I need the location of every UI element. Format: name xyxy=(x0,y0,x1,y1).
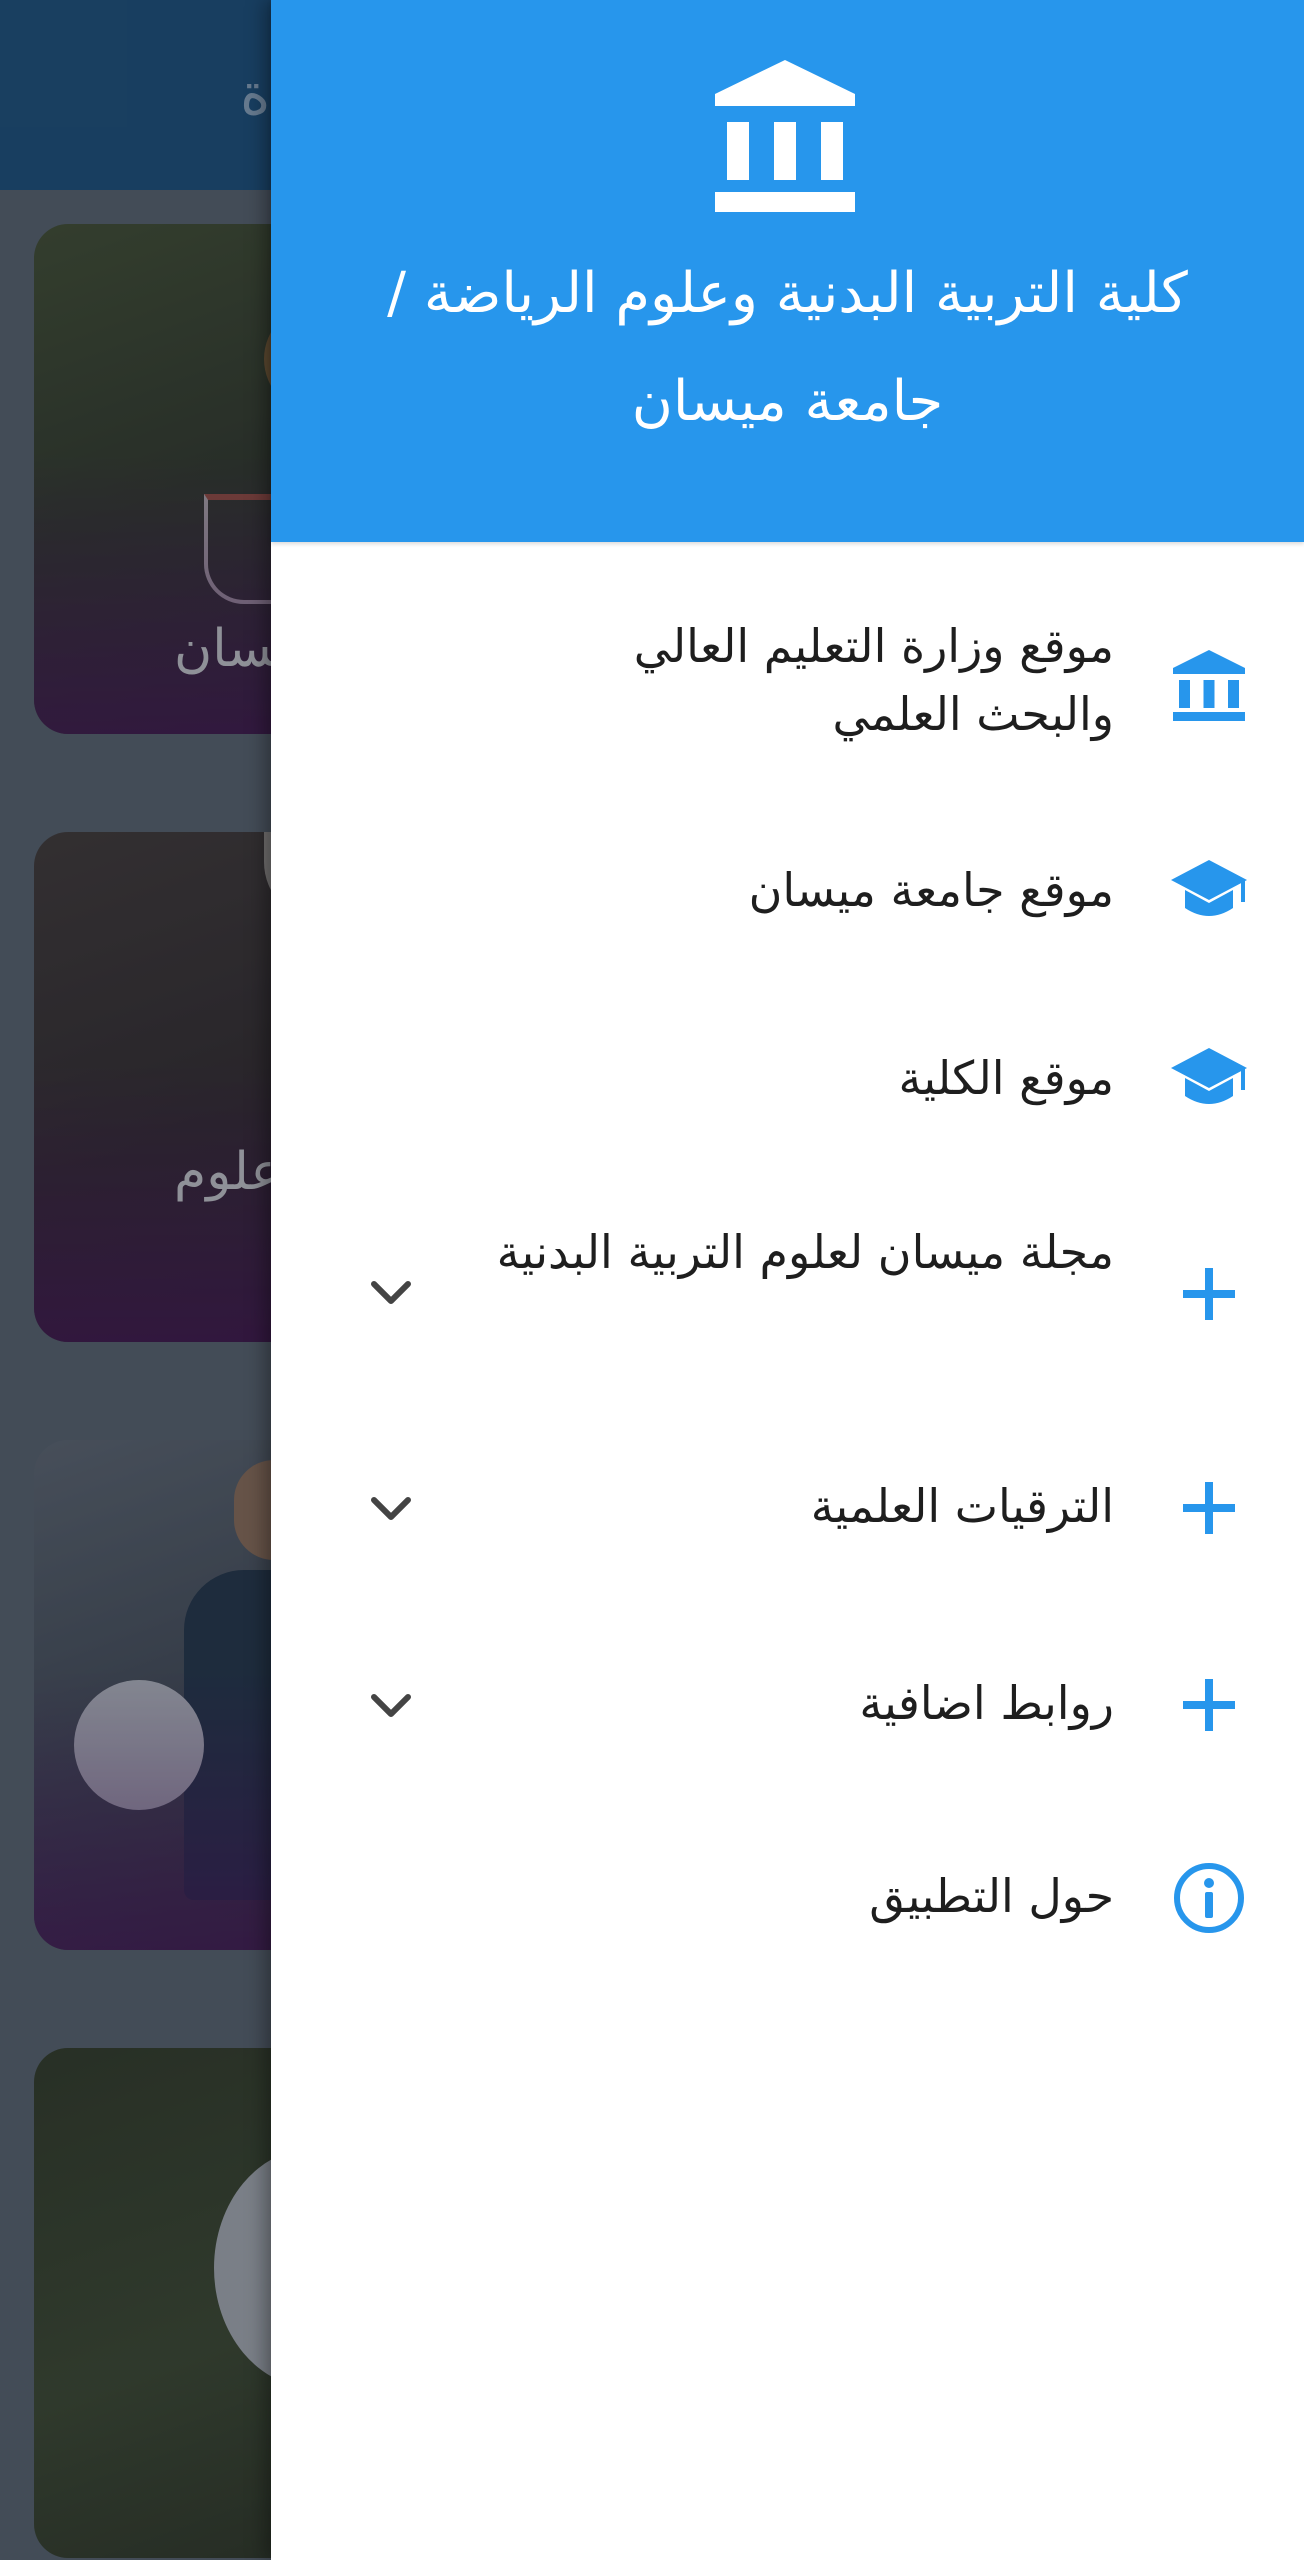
chevron-down-icon[interactable] xyxy=(366,1484,416,1534)
menu-item-maysan-journal[interactable]: مجلة ميسان لعلوم التربية البدنية xyxy=(271,1218,1304,1368)
plus-icon xyxy=(1183,1679,1235,1731)
menu-item-scientific-promotions[interactable]: الترقيات العلمية xyxy=(271,1468,1304,1548)
graduation-cap-icon xyxy=(1171,1048,1247,1104)
plus-icon xyxy=(1183,1268,1235,1320)
menu-item-additional-links[interactable]: روابط اضافية xyxy=(271,1665,1304,1745)
menu-item-label: روابط اضافية xyxy=(859,1676,1114,1730)
info-icon xyxy=(1174,1863,1244,1933)
menu-item-university-website[interactable]: موقع جامعة ميسان xyxy=(271,852,1304,932)
university-icon xyxy=(1173,650,1245,721)
graduation-cap-icon xyxy=(1171,860,1247,916)
navigation-drawer: كلية التربية البدنية وعلوم الرياضة / جام… xyxy=(271,0,1304,2560)
menu-item-label: حول التطبيق xyxy=(869,1869,1114,1923)
menu-item-label: موقع الكلية xyxy=(898,1051,1114,1105)
menu-item-label: موقع جامعة ميسان xyxy=(748,863,1114,917)
menu-item-college-website[interactable]: موقع الكلية xyxy=(271,1040,1304,1120)
university-icon xyxy=(715,60,855,212)
menu-item-ministry-website[interactable]: موقع وزارة التعليم العالي والبحث العلمي xyxy=(271,612,1304,762)
menu-item-label: موقع وزارة التعليم العالي والبحث العلمي xyxy=(633,619,1114,741)
menu-item-about-app[interactable]: حول التطبيق xyxy=(271,1858,1304,1938)
plus-icon xyxy=(1183,1482,1235,1534)
menu-item-label: الترقيات العلمية xyxy=(810,1479,1114,1533)
chevron-down-icon[interactable] xyxy=(366,1268,416,1318)
drawer-header: كلية التربية البدنية وعلوم الرياضة / جام… xyxy=(271,0,1304,542)
drawer-header-title: كلية التربية البدنية وعلوم الرياضة / جام… xyxy=(387,261,1188,434)
menu-item-label: مجلة ميسان لعلوم التربية البدنية xyxy=(496,1225,1114,1279)
chevron-down-icon[interactable] xyxy=(366,1681,416,1731)
